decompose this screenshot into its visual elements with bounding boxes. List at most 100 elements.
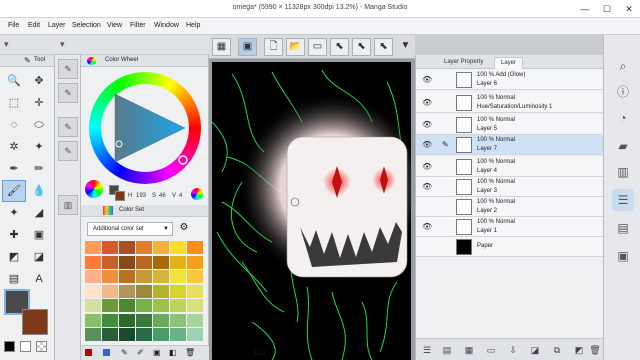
color-swatch[interactable]	[85, 241, 101, 254]
tab-layer[interactable]: Layer	[494, 57, 524, 69]
minimize-button[interactable]: —	[574, 0, 596, 18]
undo-cursor-icon[interactable]: ⬉	[330, 38, 349, 56]
white-swatch[interactable]	[20, 341, 31, 352]
color-swatch[interactable]	[102, 270, 118, 283]
color-swatch[interactable]	[102, 299, 118, 312]
hue-value[interactable]: 193	[136, 193, 146, 199]
color-swatch[interactable]	[119, 299, 135, 312]
color-swatch[interactable]	[153, 284, 169, 298]
open-folder-icon[interactable]: 📂	[286, 38, 305, 56]
airbrush-tool-icon[interactable]: 💧	[28, 181, 50, 201]
color-swatch[interactable]	[170, 328, 186, 341]
color-swatch[interactable]	[85, 255, 101, 269]
color-swatch[interactable]	[187, 328, 203, 341]
text-tool-icon[interactable]: A	[28, 269, 50, 289]
color-wheel[interactable]	[89, 72, 201, 184]
color-swatch[interactable]	[85, 328, 101, 341]
navigator-icon[interactable]: ▥	[58, 195, 78, 215]
visibility-eye-icon[interactable]: 👁	[422, 120, 432, 129]
layer-row[interactable]: 👁 100 % Normal Layer 4	[416, 157, 604, 177]
brush-size-icon[interactable]: ✎	[58, 117, 78, 137]
layer-row[interactable]: 👁 100 % Normal Hue/Saturation/Luminosity 1	[416, 93, 604, 113]
blend-tool-icon[interactable]: ✦	[3, 203, 25, 223]
visibility-eye-icon[interactable]: 👁	[422, 98, 432, 107]
selection-tool-icon[interactable]: ◌	[3, 115, 25, 135]
delete-layer-icon[interactable]: 🗑	[588, 343, 602, 357]
color-swatch[interactable]	[187, 241, 203, 254]
color-set-settings-icon[interactable]: ⚙	[177, 222, 191, 236]
sub-tool-detail-icon[interactable]: ✎	[58, 83, 78, 103]
history-icon[interactable]: ◔	[612, 107, 634, 129]
operation-tool-icon[interactable]: ⬚	[3, 93, 25, 113]
figure-tool-icon[interactable]: ◩	[3, 247, 25, 267]
color-swatch[interactable]	[102, 328, 118, 341]
color-swatch[interactable]	[119, 313, 135, 327]
pencil-tool-icon[interactable]: ✏	[28, 159, 50, 179]
lasso-tool-icon[interactable]: ⬭	[28, 115, 50, 135]
drawing-canvas[interactable]	[212, 62, 411, 360]
color-swatch[interactable]	[170, 313, 186, 327]
color-mode-icon[interactable]	[85, 180, 103, 198]
saturation-value[interactable]: 46	[159, 193, 166, 199]
new-folder-icon[interactable]: ▭	[484, 343, 498, 357]
visibility-eye-icon[interactable]: 👁	[422, 182, 432, 191]
color-swatch[interactable]	[136, 255, 152, 269]
color-swatch[interactable]	[119, 270, 135, 283]
menu-help[interactable]: Help	[186, 22, 200, 29]
layer-panel-icon[interactable]: ☰	[612, 189, 634, 211]
maximize-button[interactable]: ☐	[596, 0, 618, 18]
layer-row[interactable]: 👁 100 % Normal Layer 5	[416, 115, 604, 135]
layer-row[interactable]: 👁 100 % Add (Glow) Layer 6	[416, 70, 604, 90]
color-swatch[interactable]	[119, 328, 135, 341]
layer-row[interactable]: 100 % Normal Layer 2	[416, 197, 604, 217]
delete-swatch-icon[interactable]: 🗑	[185, 348, 195, 357]
eraser-tool-icon[interactable]: ◢	[28, 203, 50, 223]
merge-down-icon[interactable]: ⇩	[506, 343, 520, 357]
color-swatch[interactable]	[187, 284, 203, 298]
new-file-icon[interactable]: 🗋	[264, 38, 283, 56]
frame-tool-icon[interactable]: ◪	[28, 247, 50, 267]
color-swatch[interactable]	[85, 270, 101, 283]
layer-row[interactable]: 👁 ✎ 100 % Normal Layer 7	[416, 135, 604, 155]
search-icon[interactable]: ⌕	[612, 55, 634, 77]
color-swatch[interactable]	[119, 284, 135, 298]
layer-row[interactable]: Paper	[416, 237, 604, 257]
color-swatch[interactable]	[170, 255, 186, 269]
edit-icon[interactable]: ✎	[121, 348, 128, 357]
replace-swatch-icon[interactable]: ◧	[169, 348, 177, 357]
grid-view-icon[interactable]: ▦	[212, 38, 231, 56]
color-swatch[interactable]	[153, 255, 169, 269]
red-swatch-footer[interactable]	[85, 349, 92, 356]
color-swatch[interactable]	[153, 328, 169, 341]
material-icon[interactable]: ▰	[612, 135, 634, 157]
sub-view-icon[interactable]: ▣	[612, 245, 634, 267]
eyedropper-icon[interactable]: ✐	[137, 348, 144, 357]
zoom-readout[interactable]: 13.2	[254, 351, 266, 357]
zoom-tool-icon[interactable]: 🔍	[3, 71, 25, 91]
menu-filter[interactable]: Filter	[130, 22, 146, 29]
color-swatch[interactable]	[153, 299, 169, 312]
menu-file[interactable]: File	[8, 22, 19, 29]
sub-color-swatch[interactable]	[22, 309, 48, 335]
pin-icon[interactable]: ▾	[4, 39, 18, 51]
visibility-eye-icon[interactable]: 👁	[422, 222, 432, 231]
tab-layer-property[interactable]: Layer Property	[438, 57, 489, 69]
cw-sub-color[interactable]	[115, 191, 125, 201]
color-swatch[interactable]	[170, 284, 186, 298]
color-swatch[interactable]	[136, 299, 152, 312]
auto-select-tool-icon[interactable]: ✦	[28, 137, 50, 157]
color-set-select[interactable]: Additional color set ▼	[87, 222, 173, 236]
color-swatch[interactable]	[136, 284, 152, 298]
visibility-eye-icon[interactable]: 👁	[422, 140, 432, 149]
visibility-eye-icon[interactable]: 👁	[422, 162, 432, 171]
menu-view[interactable]: View	[107, 22, 122, 29]
color-swatch[interactable]	[85, 313, 101, 327]
ruler-tool-icon[interactable]: ▤	[3, 269, 25, 289]
eyedropper-tool-icon[interactable]: ✲	[3, 137, 25, 157]
color-swatch[interactable]	[102, 313, 118, 327]
transparent-swatch[interactable]	[36, 341, 47, 352]
tool-property-icon[interactable]: ✎	[58, 141, 78, 161]
color-swatch[interactable]	[170, 299, 186, 312]
menu-selection[interactable]: Selection	[72, 22, 101, 29]
color-swatch[interactable]	[136, 313, 152, 327]
